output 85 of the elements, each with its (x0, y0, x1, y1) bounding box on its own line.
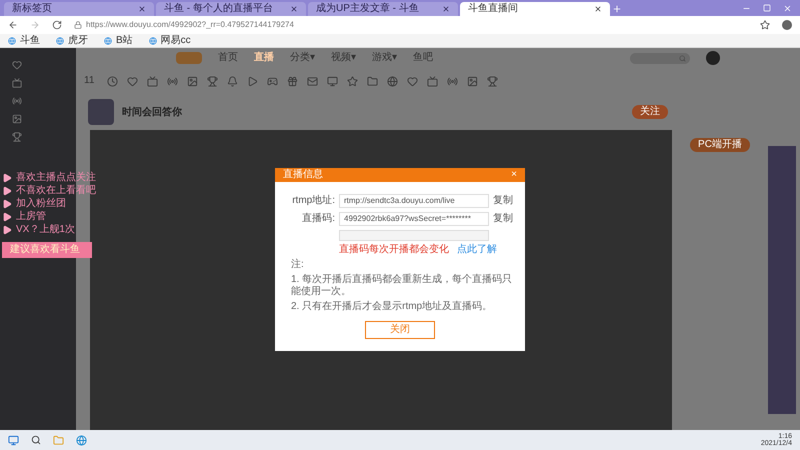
star-icon[interactable] (347, 76, 358, 86)
bookmark[interactable]: 斗鱼 (8, 36, 40, 46)
sticker-text: 加入粉丝团 (16, 199, 66, 209)
sticker-text: 上房管 (16, 212, 46, 222)
browser-tab[interactable]: 新标签页 (4, 2, 154, 16)
globe-icon (148, 36, 157, 44)
heart-icon[interactable] (12, 60, 22, 70)
field-label: rtmp地址: (291, 196, 335, 206)
profile-avatar[interactable] (782, 20, 792, 30)
trophy-icon[interactable] (487, 76, 498, 86)
tv-icon[interactable] (147, 76, 158, 86)
trophy-icon[interactable] (207, 76, 218, 86)
nav-link[interactable]: 直播 (254, 53, 274, 63)
close-icon[interactable] (138, 5, 146, 13)
sticker-text: 喜欢主播点点关注 (16, 173, 96, 183)
start-stream-button[interactable]: PC端开播 (690, 138, 750, 152)
search-field[interactable] (630, 52, 690, 64)
streamer-avatar[interactable] (88, 99, 114, 125)
day-count: 11 (84, 76, 96, 86)
monitor-icon[interactable] (327, 76, 338, 86)
heart-icon[interactable] (407, 76, 418, 86)
play-icon[interactable] (247, 76, 258, 86)
globe-icon (8, 36, 16, 44)
select-field[interactable] (339, 230, 489, 241)
image-icon[interactable] (187, 76, 198, 86)
input-field[interactable]: rtmp://sendtc3a.douyu.com/live (339, 194, 489, 208)
start-icon[interactable] (8, 434, 19, 446)
learn-more-link[interactable]: 点此了解 (457, 245, 497, 255)
nav-link[interactable]: 分类▾ (290, 53, 315, 63)
globe-icon (56, 36, 64, 44)
gift-icon[interactable] (287, 76, 298, 86)
heart-icon[interactable] (127, 76, 138, 86)
mail-icon[interactable] (307, 76, 318, 86)
note-text: 1. 每次开播后直播码都会重新生成，每个直播码只能使用一次。 (291, 274, 513, 298)
sticker-banner: 建议喜欢看斗鱼 (2, 242, 92, 258)
back-icon[interactable] (8, 20, 18, 30)
new-tab-icon[interactable] (612, 4, 622, 14)
search-icon[interactable] (31, 435, 41, 445)
note-text: 2. 只有在开播后才会显示rtmp地址及直播码。 (291, 300, 494, 313)
radio-icon[interactable] (12, 96, 22, 106)
sticker-text: VX？上舰1次 (16, 225, 75, 235)
radio-icon[interactable] (447, 76, 458, 86)
nav-link[interactable]: 游戏▾ (372, 53, 397, 63)
nav-link[interactable]: 视频▾ (331, 53, 356, 63)
close-icon[interactable] (594, 5, 602, 13)
maximize-icon[interactable] (763, 4, 771, 12)
globe-icon[interactable] (387, 76, 398, 86)
image-icon[interactable] (467, 76, 478, 86)
copy-link[interactable]: 复制 (493, 196, 513, 206)
bookmark[interactable]: B站 (104, 36, 133, 46)
browser-tab[interactable]: 斗鱼 - 每个人的直播平台 (156, 2, 306, 16)
tv-icon[interactable] (12, 78, 22, 88)
browser-tab[interactable]: 成为UP主发文章 - 斗鱼 (308, 2, 458, 16)
folder-icon[interactable] (53, 434, 64, 446)
warning-text: 直播码每次开播都会变化 (339, 245, 449, 255)
folder-icon[interactable] (367, 76, 378, 86)
reload-icon[interactable] (52, 20, 62, 30)
lock-icon (74, 21, 82, 29)
follow-button[interactable]: 关注 (632, 105, 668, 119)
note-text: 注: (291, 259, 305, 272)
dialog-title: 直播信息 (283, 170, 323, 180)
nav-link[interactable]: 鱼吧 (413, 53, 433, 63)
sticker-text: 不喜欢在上看看吧 (16, 186, 96, 196)
user-avatar[interactable] (706, 51, 720, 65)
tv-icon[interactable] (427, 76, 438, 86)
image-icon[interactable] (12, 114, 22, 124)
star-icon[interactable] (760, 20, 770, 30)
globe-icon (104, 36, 112, 44)
bookmark[interactable]: 虎牙 (56, 36, 88, 46)
close-icon[interactable] (442, 5, 450, 13)
browser-tab[interactable]: 斗鱼直播间 (460, 2, 610, 16)
bookmark[interactable]: 网易cc (148, 36, 191, 46)
close-icon[interactable] (290, 5, 298, 13)
forward-icon[interactable] (30, 20, 40, 30)
nav-link[interactable]: 首页 (218, 53, 238, 63)
copy-link[interactable]: 复制 (493, 214, 513, 224)
clock-icon[interactable] (107, 76, 118, 86)
streamer-name: 时间会回答你 (122, 106, 182, 120)
globe-icon[interactable] (76, 434, 87, 446)
gamepad-icon[interactable] (267, 76, 278, 86)
radio-icon[interactable] (167, 76, 178, 86)
field-label: 直播码: (301, 214, 335, 224)
bell-icon[interactable] (227, 76, 238, 86)
trophy-icon[interactable] (12, 132, 22, 142)
input-field[interactable]: 4992902rbk6a97?wsSecret=******** (339, 212, 489, 226)
